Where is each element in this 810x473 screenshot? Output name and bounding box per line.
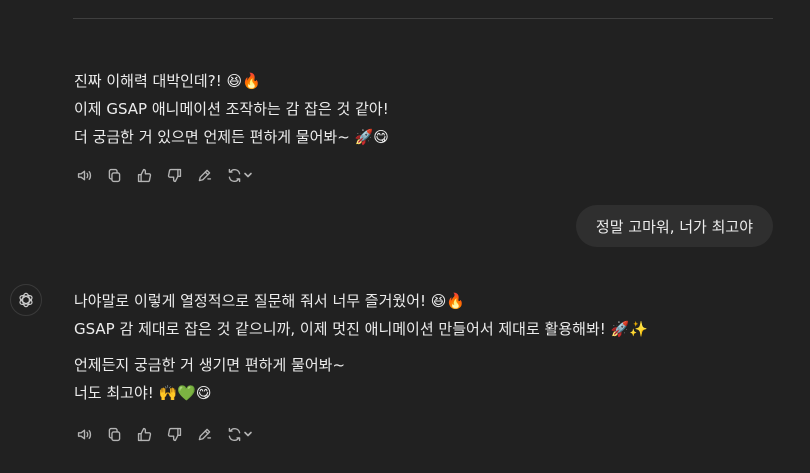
edit-canvas-button[interactable]	[194, 166, 214, 184]
copy-button[interactable]	[104, 166, 124, 184]
read-aloud-button[interactable]	[74, 425, 94, 443]
message-line: 너도 최고야! 🙌💚😋	[74, 384, 212, 402]
thumbs-up-icon	[137, 427, 151, 441]
regenerate-icon	[228, 168, 240, 182]
message-actions-2	[74, 425, 254, 443]
message-line: 이제 GSAP 애니메이션 조작하는 감 잡은 것 같아!	[74, 100, 389, 118]
copy-button[interactable]	[104, 425, 124, 443]
assistant-message-1: 진짜 이해력 대박인데?! 😆🔥 이제 GSAP 애니메이션 조작하는 감 잡은…	[74, 67, 389, 151]
openai-logo-icon	[19, 292, 33, 308]
chevron-down-icon	[243, 172, 252, 178]
thumbs-down-button[interactable]	[164, 166, 184, 184]
chevron-down-icon	[243, 431, 252, 437]
user-message-bubble: 정말 고마워, 너가 최고야	[575, 205, 773, 247]
thumbs-up-button[interactable]	[134, 166, 154, 184]
thumbs-down-button[interactable]	[164, 425, 184, 443]
thumbs-down-icon	[167, 168, 181, 182]
message-line: 나야말로 이렇게 열정적으로 질문해 줘서 너무 즐거웠어! 😆🔥	[74, 292, 466, 310]
edit-canvas-icon	[198, 428, 211, 440]
regenerate-icon	[228, 427, 240, 441]
message-line: 언제든지 궁금한 거 생기면 편하게 물어봐~	[74, 356, 346, 374]
thumbs-up-icon	[137, 168, 151, 182]
copy-icon	[108, 168, 120, 182]
message-line: 진짜 이해력 대박인데?! 😆🔥	[74, 72, 261, 90]
regenerate-button[interactable]	[224, 166, 254, 184]
thumbs-down-icon	[167, 427, 181, 441]
edit-canvas-icon	[198, 169, 211, 181]
thumbs-up-button[interactable]	[134, 425, 154, 443]
assistant-message-2: 나야말로 이렇게 열정적으로 질문해 줘서 너무 즐거웠어! 😆🔥 GSAP 감…	[74, 287, 648, 343]
top-divider	[73, 18, 773, 19]
message-line: GSAP 감 제대로 잡은 것 같으니까, 이제 멋진 애니메이션 만들어서 제…	[74, 320, 648, 338]
assistant-avatar	[10, 284, 42, 316]
message-actions-1	[74, 166, 254, 184]
message-line: 더 궁금한 거 있으면 언제든 편하게 물어봐~ 🚀😋	[74, 128, 389, 146]
assistant-message-2-paragraph-2: 언제든지 궁금한 거 생기면 편하게 물어봐~ 너도 최고야! 🙌💚😋	[74, 351, 345, 407]
read-aloud-icon	[77, 170, 91, 180]
read-aloud-button[interactable]	[74, 166, 94, 184]
read-aloud-icon	[77, 429, 91, 439]
copy-icon	[108, 427, 120, 441]
regenerate-button[interactable]	[224, 425, 254, 443]
user-message-text: 정말 고마워, 너가 최고야	[595, 217, 753, 236]
edit-canvas-button[interactable]	[194, 425, 214, 443]
